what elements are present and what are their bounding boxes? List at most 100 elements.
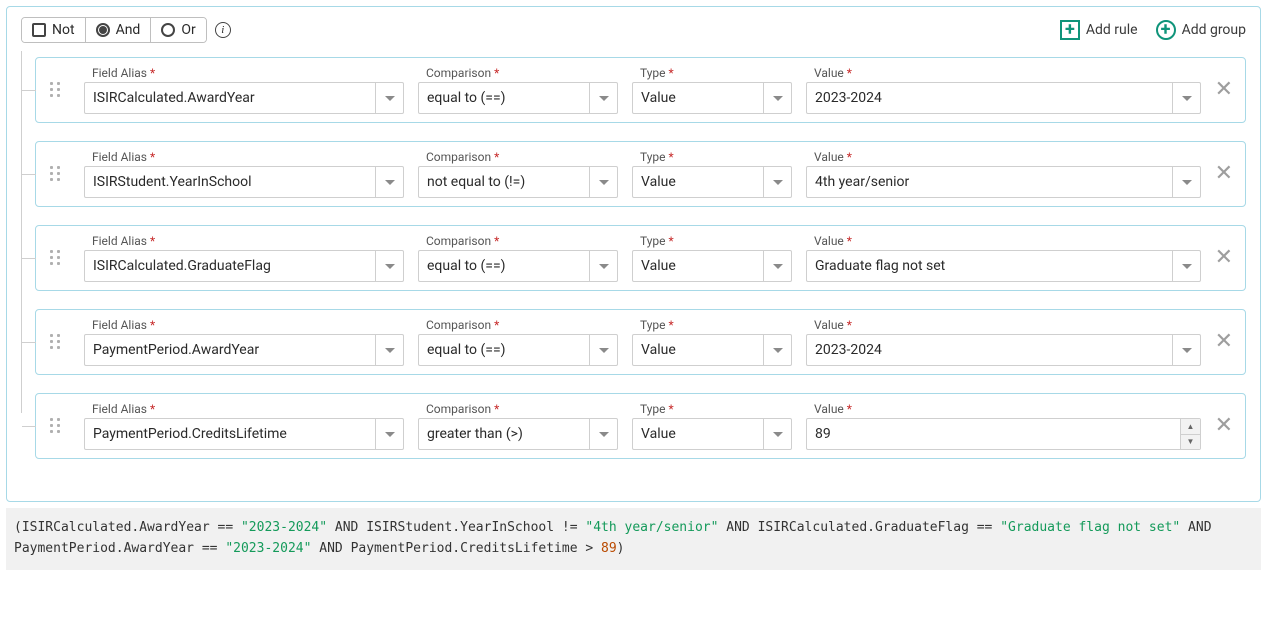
type-control[interactable]: Value [632,334,792,366]
chevron-down-icon[interactable] [589,419,617,449]
chevron-down-icon[interactable] [589,251,617,281]
and-button[interactable]: And [86,18,152,42]
chevron-down-icon[interactable] [375,251,403,281]
chevron-down-icon[interactable] [763,335,791,365]
or-button[interactable]: Or [151,18,205,42]
expr-token: ( [14,520,22,535]
comparison-field: Comparison *not equal to (!=) [418,150,618,198]
chevron-down-icon[interactable] [763,167,791,197]
group-toolbar: Not And Or i + Add rule + Add group [21,17,1246,43]
add-rule-button[interactable]: + Add rule [1060,20,1138,40]
comparison-value: greater than (>) [419,419,589,449]
comparison-value: equal to (==) [419,335,589,365]
type-field: Type * Value [632,318,792,366]
chevron-down-icon[interactable] [1172,335,1200,365]
value-control[interactable]: 89▲▼ [806,418,1201,450]
delete-rule-button[interactable]: ✕ [1215,331,1233,353]
info-icon[interactable]: i [215,22,231,38]
chevron-down-icon[interactable] [589,167,617,197]
not-button[interactable]: Not [22,18,86,42]
field-alias-control[interactable]: ISIRCalculated.AwardYear [84,82,404,114]
chevron-down-icon[interactable] [375,83,403,113]
chevron-down-icon[interactable] [1172,251,1200,281]
not-label: Not [52,22,75,38]
chevron-down-icon[interactable] [763,83,791,113]
delete-rule-button[interactable]: ✕ [1215,163,1233,185]
drag-handle[interactable] [50,166,62,182]
value-value: 4th year/senior [807,167,1172,197]
chevron-down-icon[interactable] [1172,83,1200,113]
chevron-down-icon[interactable] [763,251,791,281]
field-alias-control[interactable]: PaymentPeriod.AwardYear [84,334,404,366]
field-alias-field: Field Alias * PaymentPeriod.AwardYear [84,318,404,366]
expr-token: AND [718,520,757,535]
expr-token: ISIRCalculated.AwardYear == [22,520,241,535]
comparison-control[interactable]: not equal to (!=) [418,166,618,198]
field-alias-control[interactable]: ISIRCalculated.GraduateFlag [84,250,404,282]
delete-rule-button[interactable]: ✕ [1215,415,1233,437]
value-value: Graduate flag not set [807,251,1172,281]
comparison-field: Comparison * equal to (==) [418,66,618,114]
chevron-down-icon[interactable] [589,83,617,113]
drag-handle[interactable] [50,334,62,350]
expr-token: ISIRStudent.YearInSchool != [366,520,585,535]
type-control[interactable]: Value [632,250,792,282]
comparison-control[interactable]: equal to (==) [418,82,618,114]
field-alias-field: Field Alias *ISIRStudent.YearInSchool [84,150,404,198]
field-alias-control[interactable]: ISIRStudent.YearInSchool [84,166,404,198]
radio-icon [161,23,175,37]
type-control[interactable]: Value [632,418,792,450]
chevron-down-icon[interactable] [375,167,403,197]
field-alias-label: Field Alias * [84,318,404,332]
chevron-down-icon[interactable] [589,335,617,365]
number-spinner[interactable]: ▲▼ [1180,419,1200,449]
type-field: Type *Value [632,150,792,198]
type-label: Type * [632,66,792,80]
chevron-down-icon[interactable] [375,419,403,449]
spinner-down[interactable]: ▼ [1181,435,1200,450]
drag-handle[interactable] [50,82,62,98]
delete-rule-button[interactable]: ✕ [1215,247,1233,269]
value-control[interactable]: 4th year/senior [806,166,1201,198]
value-control[interactable]: 2023-2024 [806,334,1201,366]
comparison-field: Comparison * equal to (==) [418,318,618,366]
type-control[interactable]: Value [632,166,792,198]
comparison-label: Comparison * [418,318,618,332]
field-alias-control[interactable]: PaymentPeriod.CreditsLifetime [84,418,404,450]
field-alias-value: ISIRStudent.YearInSchool [85,167,375,197]
field-alias-value: ISIRCalculated.AwardYear [85,83,375,113]
checkbox-icon [32,23,46,37]
comparison-control[interactable]: equal to (==) [418,250,618,282]
type-value: Value [633,335,763,365]
expr-token: "2023-2024" [241,520,327,535]
value-label: Value * [806,234,1201,248]
chevron-down-icon[interactable] [763,419,791,449]
add-group-button[interactable]: + Add group [1156,20,1246,40]
field-alias-value: PaymentPeriod.CreditsLifetime [85,419,375,449]
delete-rule-button[interactable]: ✕ [1215,79,1233,101]
drag-handle[interactable] [50,418,62,434]
query-builder: Not And Or i + Add rule + Add group Fiel… [6,6,1261,502]
comparison-label: Comparison * [418,66,618,80]
value-field: Value * Graduate flag not set [806,234,1201,282]
spinner-up[interactable]: ▲ [1181,419,1200,435]
value-control[interactable]: Graduate flag not set [806,250,1201,282]
drag-handle[interactable] [50,250,62,266]
rule-row: Field Alias *ISIRStudent.YearInSchool Com… [35,141,1246,207]
chevron-down-icon[interactable] [1172,167,1200,197]
type-label: Type * [632,318,792,332]
type-control[interactable]: Value [632,82,792,114]
expr-token: ISIRCalculated.GraduateFlag == [758,520,1001,535]
value-control[interactable]: 2023-2024 [806,82,1201,114]
value-value: 2023-2024 [807,83,1172,113]
field-alias-field: Field Alias *ISIRCalculated.GraduateFlag [84,234,404,282]
type-field: Type *Value [632,402,792,450]
chevron-down-icon[interactable] [375,335,403,365]
field-alias-field: Field Alias *PaymentPeriod.CreditsLifeti… [84,402,404,450]
comparison-control[interactable]: equal to (==) [418,334,618,366]
type-value: Value [633,167,763,197]
plus-circle-icon: + [1156,20,1176,40]
rule-row: Field Alias *ISIRCalculated.GraduateFlag… [35,225,1246,291]
radio-selected-icon [96,23,110,37]
comparison-control[interactable]: greater than (>) [418,418,618,450]
